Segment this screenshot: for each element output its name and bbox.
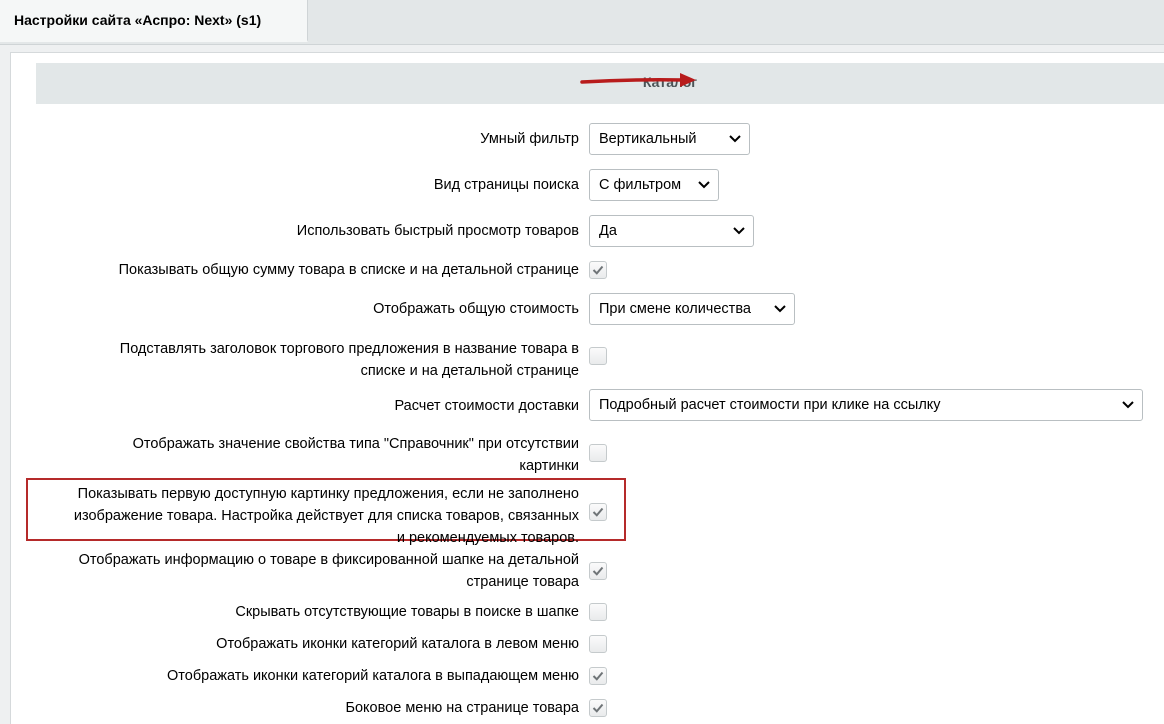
- icons-left-menu-label: Отображать иконки категорий каталога в л…: [216, 636, 579, 652]
- settings-panel: [10, 52, 1164, 724]
- first-offer-image-checkbox[interactable]: [589, 503, 607, 521]
- delivery-calc-label: Расчет стоимости доставки: [394, 398, 579, 414]
- chevron-down-icon: [1122, 401, 1134, 409]
- fixed-header-info-label-line1: Отображать информацию о товаре в фиксиро…: [78, 552, 579, 568]
- hide-absent-label: Скрывать отсутствующие товары в поиске в…: [235, 604, 579, 620]
- checkmark-icon: [592, 507, 604, 517]
- directory-value-checkbox[interactable]: [589, 444, 607, 462]
- checkmark-icon: [592, 703, 604, 713]
- search-view-value: С фильтром: [599, 177, 682, 193]
- first-offer-image-label-line2: изображение товара. Настройка действует …: [73, 508, 579, 524]
- fixed-header-info-checkbox[interactable]: [589, 562, 607, 580]
- total-cost-label: Отображать общую стоимость: [373, 301, 579, 317]
- first-offer-image-label-line3: и рекомендуемых товаров.: [396, 530, 579, 546]
- smart-filter-label: Умный фильтр: [480, 131, 579, 147]
- quick-view-label: Использовать быстрый просмотр товаров: [296, 223, 579, 239]
- side-menu-checkbox[interactable]: [589, 699, 607, 717]
- chevron-down-icon: [774, 305, 786, 313]
- icons-left-menu-checkbox[interactable]: [589, 635, 607, 653]
- smart-filter-value: Вертикальный: [599, 131, 697, 147]
- checkmark-icon: [592, 671, 604, 681]
- directory-value-label: Отображать значение свойства типа "Справ…: [133, 433, 579, 477]
- search-view-select[interactable]: С фильтром: [589, 169, 719, 201]
- search-view-label: Вид страницы поиска: [433, 177, 579, 193]
- delivery-calc-value: Подробный расчет стоимости при клике на …: [599, 397, 941, 413]
- annotation-arrow-icon: [580, 73, 696, 87]
- quick-view-select[interactable]: Да: [589, 215, 754, 247]
- offer-title-label-line1: Подставлять заголовок торгового предложе…: [119, 341, 579, 357]
- total-cost-select[interactable]: При смене количества: [589, 293, 795, 325]
- offer-title-label-line2: списке и на детальной странице: [360, 363, 579, 379]
- chevron-down-icon: [729, 135, 741, 143]
- offer-title-label: Подставлять заголовок торгового предложе…: [120, 338, 579, 382]
- side-menu-label: Боковое меню на странице товара: [345, 700, 579, 716]
- icons-dropdown-label: Отображать иконки категорий каталога в в…: [167, 668, 579, 684]
- hide-absent-checkbox[interactable]: [589, 603, 607, 621]
- chevron-down-icon: [698, 181, 710, 189]
- tab-site-settings[interactable]: Настройки сайта «Аспро: Next» (s1): [0, 0, 308, 42]
- offer-title-checkbox[interactable]: [589, 347, 607, 365]
- fixed-header-info-label: Отображать информацию о товаре в фиксиро…: [79, 549, 579, 593]
- quick-view-value: Да: [599, 223, 617, 239]
- delivery-calc-select[interactable]: Подробный расчет стоимости при клике на …: [589, 389, 1143, 421]
- tab-bar: Настройки сайта «Аспро: Next» (s1): [0, 0, 1164, 45]
- first-offer-image-label-line1: Показывать первую доступную картинку пре…: [77, 486, 579, 502]
- smart-filter-select[interactable]: Вертикальный: [589, 123, 750, 155]
- total-sum-label: Показывать общую сумму товара в списке и…: [118, 262, 579, 278]
- chevron-down-icon: [733, 227, 745, 235]
- fixed-header-info-label-line2: странице товара: [466, 574, 579, 590]
- directory-value-label-line1: Отображать значение свойства типа "Справ…: [132, 436, 579, 452]
- first-offer-image-label: Показывать первую доступную картинку пре…: [74, 483, 579, 549]
- total-sum-checkbox[interactable]: [589, 261, 607, 279]
- total-cost-value: При смене количества: [599, 301, 751, 317]
- icons-dropdown-checkbox[interactable]: [589, 667, 607, 685]
- directory-value-label-line2: картинки: [519, 458, 579, 474]
- checkmark-icon: [592, 566, 604, 576]
- checkmark-icon: [592, 265, 604, 275]
